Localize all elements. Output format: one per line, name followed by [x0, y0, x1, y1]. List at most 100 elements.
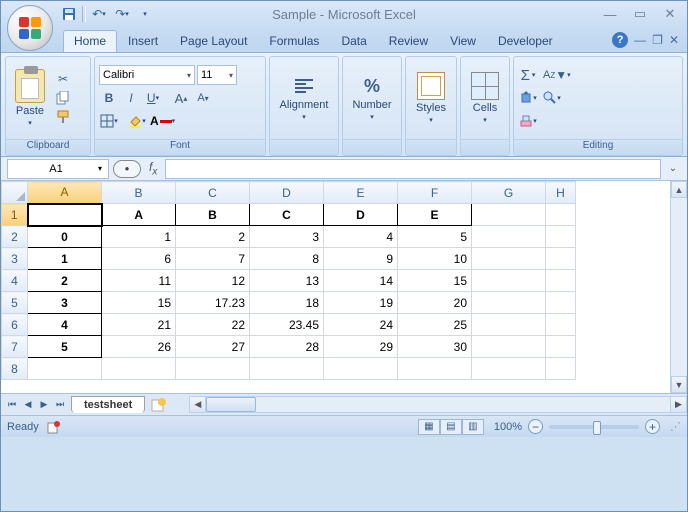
cell[interactable]: 27: [176, 336, 250, 358]
help-icon[interactable]: ?: [612, 32, 628, 48]
cell[interactable]: [472, 358, 546, 380]
cell[interactable]: [472, 314, 546, 336]
cell[interactable]: 19: [324, 292, 398, 314]
cell[interactable]: 24: [324, 314, 398, 336]
number-button[interactable]: % Number▾: [352, 76, 392, 121]
col-header[interactable]: E: [324, 182, 398, 204]
row-header[interactable]: 1: [2, 204, 28, 226]
maximize-button[interactable]: ▭: [629, 5, 651, 23]
cell[interactable]: 21: [102, 314, 176, 336]
col-header[interactable]: C: [176, 182, 250, 204]
cell[interactable]: 6: [102, 248, 176, 270]
italic-button[interactable]: I: [121, 88, 141, 108]
font-name-combo[interactable]: Calibri▾: [99, 65, 195, 85]
row-header[interactable]: 4: [2, 270, 28, 292]
cell[interactable]: 17.23: [176, 292, 250, 314]
col-header[interactable]: G: [472, 182, 546, 204]
zoom-in-icon[interactable]: +: [645, 419, 660, 434]
cell[interactable]: 2: [176, 226, 250, 248]
zoom-out-icon[interactable]: −: [528, 419, 543, 434]
paste-button[interactable]: Paste ▾: [10, 69, 50, 127]
cell[interactable]: [472, 336, 546, 358]
row-header[interactable]: 8: [2, 358, 28, 380]
cell[interactable]: [176, 358, 250, 380]
scroll-right-icon[interactable]: ▶: [670, 396, 687, 413]
tab-review[interactable]: Review: [378, 30, 439, 52]
tab-data[interactable]: Data: [330, 30, 377, 52]
tab-insert[interactable]: Insert: [117, 30, 169, 52]
cell[interactable]: 23.45: [250, 314, 324, 336]
row-header[interactable]: 2: [2, 226, 28, 248]
mdi-minimize-button[interactable]: —: [634, 33, 646, 47]
cell[interactable]: [546, 336, 576, 358]
cell[interactable]: 5: [28, 336, 102, 358]
sheet-tab[interactable]: testsheet: [71, 396, 145, 413]
font-color-button[interactable]: A▾: [149, 111, 176, 131]
cell[interactable]: 12: [176, 270, 250, 292]
fill-color-button[interactable]: ▾: [127, 111, 147, 131]
borders-button[interactable]: ▾: [99, 111, 119, 131]
vertical-scrollbar[interactable]: ▲ ▼: [670, 181, 687, 393]
cell[interactable]: 13: [250, 270, 324, 292]
copy-icon[interactable]: [54, 90, 72, 106]
sheet-nav-next-icon[interactable]: ▶: [37, 399, 51, 410]
minimize-button[interactable]: —: [599, 5, 621, 23]
mdi-restore-button[interactable]: ❐: [652, 33, 663, 47]
cell[interactable]: 10: [398, 248, 472, 270]
close-button[interactable]: ✕: [659, 5, 681, 23]
macro-record-icon[interactable]: [47, 420, 61, 434]
cell[interactable]: [472, 248, 546, 270]
cell[interactable]: [472, 292, 546, 314]
col-header[interactable]: H: [546, 182, 576, 204]
cell[interactable]: 2: [28, 270, 102, 292]
cell[interactable]: [398, 358, 472, 380]
grow-font-button[interactable]: A▴: [171, 88, 191, 108]
sheet-nav-last-icon[interactable]: ⏭: [53, 399, 67, 410]
bold-button[interactable]: B: [99, 88, 119, 108]
cell[interactable]: 15: [398, 270, 472, 292]
cell[interactable]: [472, 226, 546, 248]
font-size-combo[interactable]: 11▾: [197, 65, 237, 85]
cell[interactable]: C: [250, 204, 324, 226]
scroll-up-icon[interactable]: ▲: [671, 181, 687, 198]
cell[interactable]: [324, 358, 398, 380]
underline-button[interactable]: U▾: [143, 88, 163, 108]
fill-button[interactable]: ▾: [518, 88, 538, 108]
cell[interactable]: 8: [250, 248, 324, 270]
cell[interactable]: 20: [398, 292, 472, 314]
new-sheet-icon[interactable]: [149, 397, 169, 413]
cell[interactable]: 28: [250, 336, 324, 358]
cell[interactable]: 1: [102, 226, 176, 248]
mdi-close-button[interactable]: ✕: [669, 33, 679, 47]
cell[interactable]: 7: [176, 248, 250, 270]
tab-formulas[interactable]: Formulas: [258, 30, 330, 52]
col-header[interactable]: B: [102, 182, 176, 204]
row-header[interactable]: 5: [2, 292, 28, 314]
col-header[interactable]: F: [398, 182, 472, 204]
cell[interactable]: [546, 358, 576, 380]
cell[interactable]: 1: [28, 248, 102, 270]
cell[interactable]: [546, 292, 576, 314]
cell[interactable]: [472, 204, 546, 226]
cell[interactable]: 22: [176, 314, 250, 336]
cell[interactable]: 3: [250, 226, 324, 248]
cell[interactable]: 15: [102, 292, 176, 314]
sheet-nav-first-icon[interactable]: ⏮: [5, 399, 19, 410]
cell[interactable]: [472, 270, 546, 292]
styles-button[interactable]: Styles▾: [411, 72, 451, 124]
cell[interactable]: [28, 358, 102, 380]
cell[interactable]: 29: [324, 336, 398, 358]
cut-icon[interactable]: ✂: [54, 71, 72, 87]
scroll-left-icon[interactable]: ◀: [189, 396, 206, 413]
fx-icon[interactable]: fx: [145, 160, 161, 177]
cell[interactable]: 14: [324, 270, 398, 292]
formula-bar[interactable]: [165, 159, 661, 179]
alignment-button[interactable]: Alignment▾: [284, 75, 324, 121]
row-header[interactable]: 3: [2, 248, 28, 270]
cell[interactable]: 4: [28, 314, 102, 336]
cell[interactable]: [546, 270, 576, 292]
cell[interactable]: [546, 314, 576, 336]
horizontal-scrollbar[interactable]: ◀ ▶: [189, 396, 687, 413]
cell[interactable]: 26: [102, 336, 176, 358]
scroll-down-icon[interactable]: ▼: [671, 376, 687, 393]
